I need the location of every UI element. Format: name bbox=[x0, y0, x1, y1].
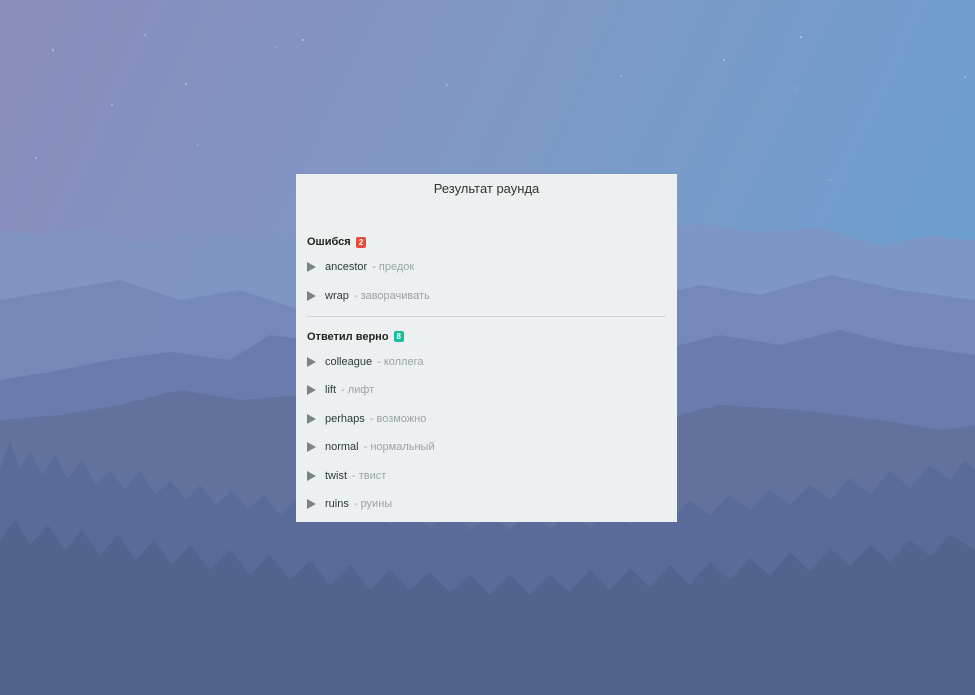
play-icon[interactable] bbox=[307, 470, 316, 481]
word-en: colleague bbox=[325, 355, 373, 368]
stars bbox=[35, 34, 966, 181]
play-icon[interactable] bbox=[307, 498, 316, 509]
word-en: ruins bbox=[325, 497, 349, 510]
word-ru: - руины bbox=[353, 497, 393, 510]
list-item: normal - нормальный bbox=[296, 433, 677, 461]
list-item: twist - твист bbox=[296, 461, 677, 489]
list-item: ruins - руины bbox=[296, 490, 677, 518]
play-icon[interactable] bbox=[307, 356, 316, 367]
correct-header: Ответил верно 8 bbox=[296, 328, 677, 346]
mistakes-count-badge: 2 bbox=[355, 236, 367, 248]
word-en: perhaps bbox=[325, 412, 365, 425]
word-en: twist bbox=[325, 469, 347, 482]
list-item: colleague - коллега bbox=[296, 348, 677, 376]
panel-title: Результат раунда bbox=[433, 181, 540, 196]
word-ru: - заворачивать bbox=[353, 289, 430, 302]
play-icon[interactable] bbox=[307, 385, 316, 396]
word-ru: - возможно bbox=[369, 412, 427, 425]
word-ru: - лифт bbox=[341, 384, 375, 397]
word-en: wrap bbox=[325, 289, 349, 302]
correct-list: colleague - коллега lift - лифт perhaps … bbox=[296, 348, 677, 518]
correct-count-badge: 8 bbox=[393, 331, 404, 343]
round-result-panel: Результат раунда Ошибся 2 ancestor - пре… bbox=[296, 174, 677, 522]
play-icon[interactable] bbox=[307, 262, 316, 273]
word-en: normal bbox=[325, 441, 359, 454]
mistakes-label: Ошибся bbox=[307, 236, 351, 248]
list-item: wrap - заворачивать bbox=[296, 281, 677, 309]
word-ru: - коллега bbox=[377, 355, 424, 368]
mistakes-list: ancestor - предок wrap - заворачивать bbox=[296, 253, 677, 310]
correct-label: Ответил верно bbox=[307, 330, 389, 343]
list-item: lift - лифт bbox=[296, 376, 677, 404]
play-icon[interactable] bbox=[307, 442, 316, 453]
list-item: ancestor - предок bbox=[296, 253, 677, 281]
mistakes-header: Ошибся 2 bbox=[296, 233, 677, 251]
word-en: lift bbox=[325, 384, 336, 397]
word-ru: - предок bbox=[372, 261, 415, 274]
play-icon[interactable] bbox=[307, 290, 316, 301]
word-ru: - нормальный bbox=[363, 441, 435, 454]
word-en: ancestor bbox=[325, 261, 368, 274]
play-icon[interactable] bbox=[307, 413, 316, 424]
list-item: perhaps - возможно bbox=[296, 405, 677, 433]
word-ru: - твист bbox=[352, 469, 387, 482]
